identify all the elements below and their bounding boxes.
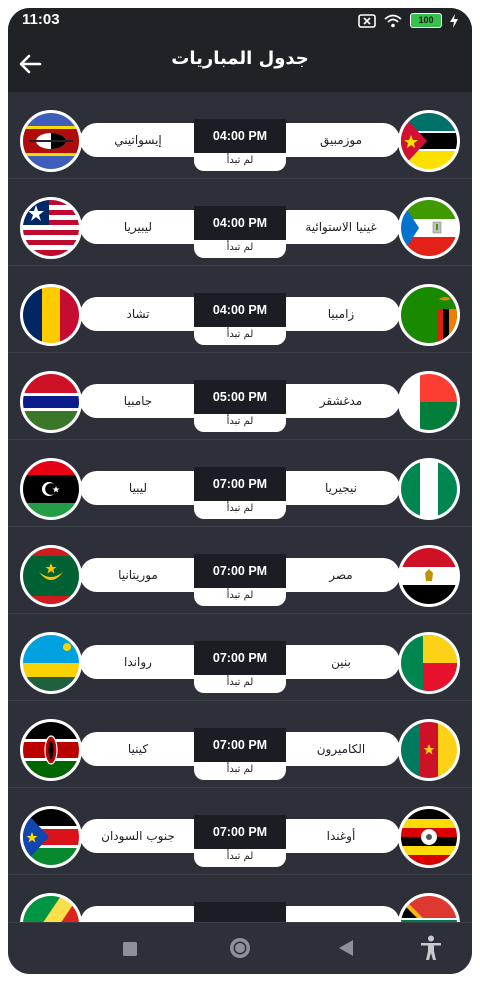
app-bar: جدول المباريات bbox=[8, 34, 472, 92]
match-time: 07:00 PM bbox=[194, 641, 286, 675]
battery-icon: 100 bbox=[410, 13, 442, 28]
match-row[interactable]: ليبيا نيجيريا 07:00 PM لم تبدأ bbox=[8, 440, 472, 527]
chad-flag-icon[interactable] bbox=[20, 284, 82, 346]
match-status: لم تبدأ bbox=[194, 153, 286, 171]
south-africa-flag-icon[interactable] bbox=[398, 893, 460, 922]
match-row[interactable]: جامبيا مدغشقر 05:00 PM لم تبدأ bbox=[8, 353, 472, 440]
match-status: لم تبدأ bbox=[194, 675, 286, 693]
match-time: 04:00 PM bbox=[194, 206, 286, 240]
away-team-name: جامبيا bbox=[123, 394, 153, 408]
page-title: جدول المباريات bbox=[171, 48, 309, 69]
home-team-name: أوغندا bbox=[326, 829, 356, 843]
away-team-name bbox=[82, 906, 194, 922]
zambia-flag-icon[interactable] bbox=[398, 284, 460, 346]
away-team-name: ليبيا bbox=[128, 481, 148, 495]
madagascar-flag-icon[interactable] bbox=[398, 371, 460, 433]
cameroon-flag-icon[interactable] bbox=[398, 719, 460, 781]
back-triangle-icon[interactable] bbox=[339, 940, 353, 960]
recents-square-icon[interactable] bbox=[123, 941, 137, 960]
liberia-flag-icon[interactable] bbox=[20, 197, 82, 259]
match-status: لم تبدأ bbox=[194, 414, 286, 432]
home-team-name: موزمبيق bbox=[319, 133, 363, 147]
match-list[interactable]: إيسواتيني موزمبيق 04:00 PM لم تبدأ ليبير… bbox=[8, 92, 472, 922]
equatorial-guinea-flag-icon[interactable] bbox=[398, 197, 460, 259]
match-status: لم تبدأ bbox=[194, 240, 286, 258]
home-team-name: مدغشقر bbox=[319, 394, 363, 408]
match-status: لم تبدأ bbox=[194, 501, 286, 519]
wifi-icon bbox=[384, 14, 402, 27]
match-time: 04:00 PM bbox=[194, 119, 286, 153]
mauritania-flag-icon[interactable] bbox=[20, 545, 82, 607]
home-circle-icon[interactable] bbox=[229, 937, 251, 963]
accessibility-icon[interactable] bbox=[420, 935, 442, 965]
eswatini-flag-icon[interactable] bbox=[20, 110, 82, 172]
away-team-name: جنوب السودان bbox=[101, 829, 175, 843]
away-team-name: إيسواتيني bbox=[114, 133, 162, 147]
away-team-name: تشاد bbox=[126, 307, 150, 321]
home-team-name: بنين bbox=[331, 655, 351, 669]
match-time: 04:00 PM bbox=[194, 293, 286, 327]
no-sim-icon bbox=[358, 13, 376, 28]
away-team-name: موريتانيا bbox=[118, 568, 158, 582]
egypt-flag-icon[interactable] bbox=[398, 545, 460, 607]
match-status: لم تبدأ bbox=[194, 762, 286, 780]
benin-flag-icon[interactable] bbox=[398, 632, 460, 694]
match-row[interactable]: رواندا بنين 07:00 PM لم تبدأ bbox=[8, 614, 472, 701]
status-bar: 11:03 100 bbox=[8, 8, 472, 34]
south-sudan-flag-icon[interactable] bbox=[20, 806, 82, 868]
match-status: لم تبدأ bbox=[194, 327, 286, 345]
mozambique-flag-icon[interactable] bbox=[398, 110, 460, 172]
match-time bbox=[194, 902, 286, 922]
uganda-flag-icon[interactable] bbox=[398, 806, 460, 868]
match-row[interactable] bbox=[8, 875, 472, 922]
system-nav-bar bbox=[8, 922, 472, 974]
gambia-flag-icon[interactable] bbox=[20, 371, 82, 433]
rwanda-flag-icon[interactable] bbox=[20, 632, 82, 694]
away-team-name: ليبيريا bbox=[123, 220, 153, 234]
match-time: 07:00 PM bbox=[194, 467, 286, 501]
match-time: 07:00 PM bbox=[194, 728, 286, 762]
match-row[interactable]: تشاد زامبيا 04:00 PM لم تبدأ bbox=[8, 266, 472, 353]
match-row[interactable]: إيسواتيني موزمبيق 04:00 PM لم تبدأ bbox=[8, 92, 472, 179]
home-team-name: نيجيريا bbox=[325, 481, 357, 495]
home-team-name: غينيا الاستوائية bbox=[305, 220, 377, 234]
match-time: 07:00 PM bbox=[194, 815, 286, 849]
nigeria-flag-icon[interactable] bbox=[398, 458, 460, 520]
charging-icon bbox=[450, 13, 458, 28]
phone-screen: 11:03 100 جدول المباريات إيسواتيني موزمب… bbox=[8, 8, 472, 974]
match-row[interactable]: كينيا الكاميرون 07:00 PM لم تبدأ bbox=[8, 701, 472, 788]
match-status: لم تبدأ bbox=[194, 849, 286, 867]
kenya-flag-icon[interactable] bbox=[20, 719, 82, 781]
match-time: 07:00 PM bbox=[194, 554, 286, 588]
home-team-name bbox=[286, 906, 396, 922]
match-row[interactable]: موريتانيا مصر 07:00 PM لم تبدأ bbox=[8, 527, 472, 614]
match-status: لم تبدأ bbox=[194, 588, 286, 606]
home-team-name: مصر bbox=[329, 568, 353, 582]
status-icons: 100 bbox=[358, 13, 458, 28]
match-time: 05:00 PM bbox=[194, 380, 286, 414]
away-team-name: رواندا bbox=[124, 655, 152, 669]
status-time: 11:03 bbox=[22, 11, 60, 28]
libya-flag-icon[interactable] bbox=[20, 458, 82, 520]
match-row[interactable]: ليبيريا غينيا الاستوائية 04:00 PM لم تبد… bbox=[8, 179, 472, 266]
congo-flag-icon[interactable] bbox=[20, 893, 82, 922]
home-team-name: زامبيا bbox=[327, 307, 355, 321]
away-team-name: كينيا bbox=[127, 742, 149, 756]
home-team-name: الكاميرون bbox=[316, 742, 366, 756]
match-row[interactable]: جنوب السودان أوغندا 07:00 PM لم تبدأ bbox=[8, 788, 472, 875]
